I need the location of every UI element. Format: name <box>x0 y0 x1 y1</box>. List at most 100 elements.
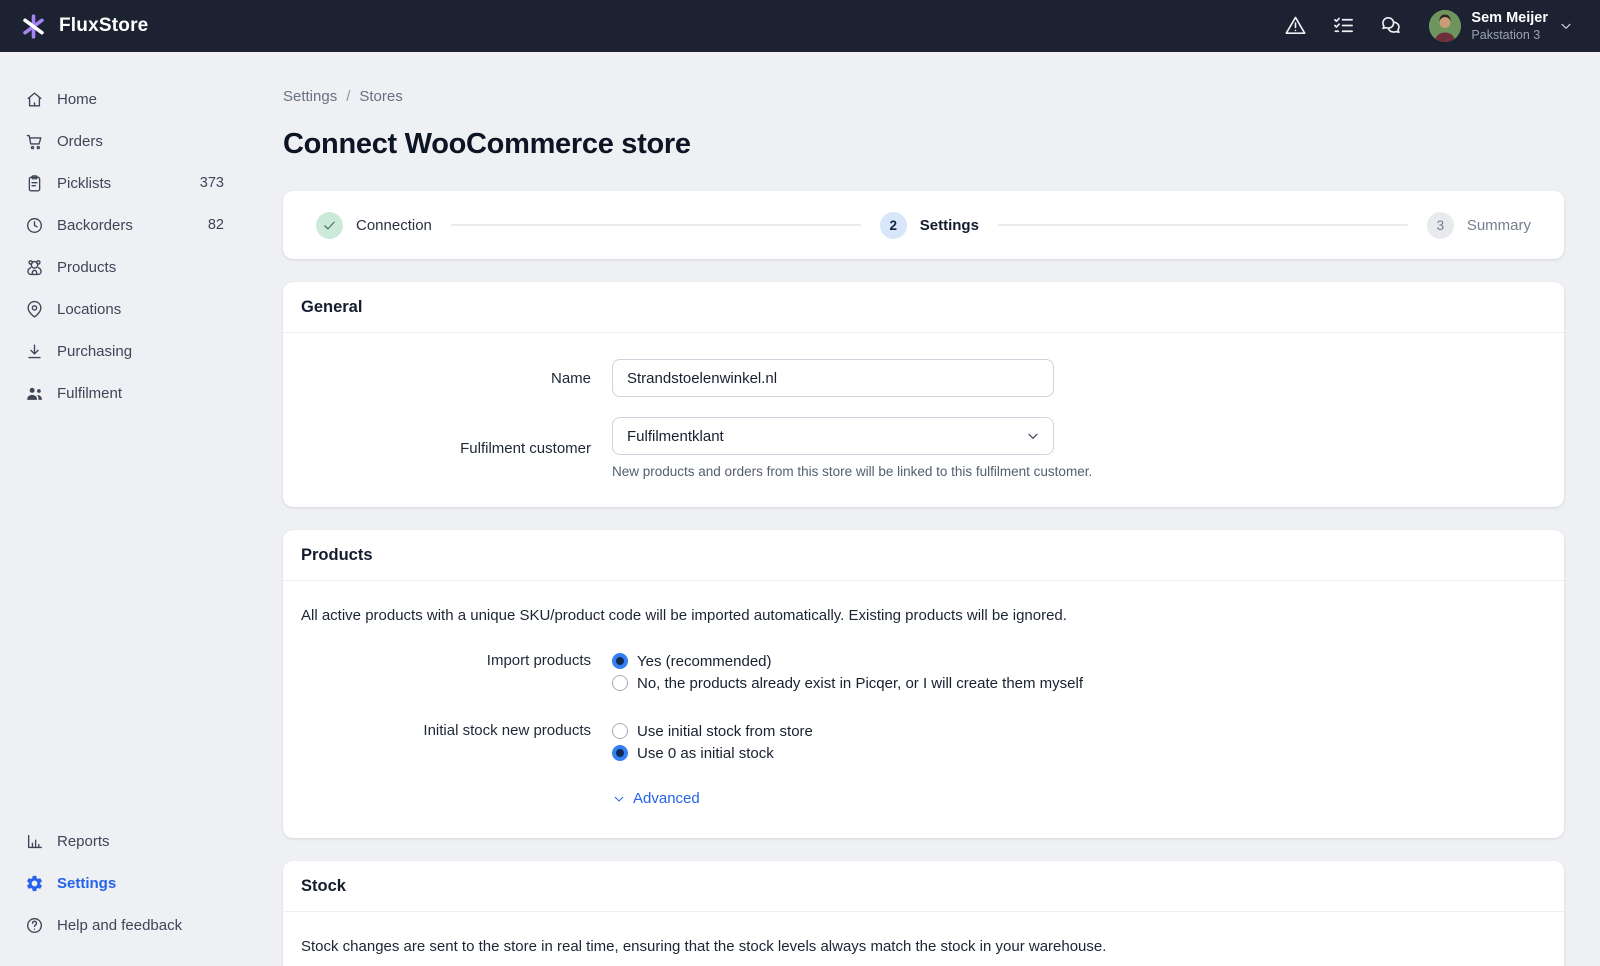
sidebar-item-home[interactable]: Home <box>24 78 224 120</box>
selected-option: Fulfilmentklant <box>627 428 724 445</box>
initial-stock-label: Initial stock new products <box>301 720 591 742</box>
radio-icon <box>612 653 628 669</box>
fulfilment-customer-control: Fulfilmentklant New products and orders … <box>612 417 1092 479</box>
products-card-title: Products <box>283 530 1564 581</box>
sidebar-item-orders[interactable]: Orders <box>24 120 224 162</box>
teddy-bear-icon <box>24 257 44 277</box>
sidebar-item-label: Locations <box>57 301 224 318</box>
name-label: Name <box>301 370 591 387</box>
sidebar-item-label: Settings <box>57 875 224 892</box>
user-meta: Sem Meijer Pakstation 3 <box>1471 10 1548 42</box>
topbar: FluxStore Sem Meijer <box>0 0 1600 52</box>
fulfilment-customer-label: Fulfilment customer <box>301 440 591 457</box>
radio-icon <box>612 723 628 739</box>
sidebar: Home Orders Picklists 373 Backorders 82 … <box>0 52 283 966</box>
brand-logo[interactable]: FluxStore <box>20 13 148 40</box>
import-products-row: Import products Yes (recommended) No, th… <box>301 650 1540 694</box>
sidebar-item-settings[interactable]: Settings <box>24 862 224 904</box>
sidebar-item-label: Picklists <box>57 175 200 192</box>
radio-option-import-no[interactable]: No, the products already exist in Picqer… <box>612 672 1083 694</box>
step-settings[interactable]: 2 Settings <box>880 212 979 239</box>
users-icon <box>24 383 44 403</box>
step-label: Settings <box>920 217 979 234</box>
radio-option-import-yes[interactable]: Yes (recommended) <box>612 650 1083 672</box>
avatar <box>1429 10 1461 42</box>
map-pin-icon <box>24 299 44 319</box>
products-card-body: All active products with a unique SKU/pr… <box>283 581 1564 838</box>
gear-icon <box>24 873 44 893</box>
stock-card-title: Stock <box>283 861 1564 912</box>
import-products-label: Import products <box>301 650 591 672</box>
chevron-down-icon <box>1558 18 1574 34</box>
sidebar-item-label: Products <box>57 259 224 276</box>
advanced-toggle[interactable]: Advanced <box>612 790 700 807</box>
user-menu[interactable]: Sem Meijer Pakstation 3 <box>1429 10 1574 42</box>
main-content: Settings / Stores Connect WooCommerce st… <box>283 52 1600 966</box>
stepper-connector <box>998 224 1408 226</box>
step-label: Connection <box>356 217 432 234</box>
picklists-badge: 373 <box>200 175 224 191</box>
sidebar-item-label: Home <box>57 91 224 108</box>
chevron-down-icon <box>612 792 626 806</box>
radio-label: Use initial stock from store <box>637 723 813 740</box>
topbar-right: Sem Meijer Pakstation 3 <box>1259 10 1574 42</box>
general-card-title: General <box>283 282 1564 333</box>
radio-option-initial-from-store[interactable]: Use initial stock from store <box>612 720 813 742</box>
home-icon <box>24 89 44 109</box>
stock-card-body: Stock changes are sent to the store in r… <box>283 912 1564 966</box>
sidebar-item-products[interactable]: Products <box>24 246 224 288</box>
download-icon <box>24 341 44 361</box>
chat-bubbles-icon[interactable] <box>1379 14 1403 38</box>
help-circle-icon <box>24 915 44 935</box>
stock-intro: Stock changes are sent to the store in r… <box>301 938 1540 955</box>
sidebar-item-label: Backorders <box>57 217 208 234</box>
fulfilment-customer-help: New products and orders from this store … <box>612 464 1092 479</box>
breadcrumb-stores[interactable]: Stores <box>359 88 402 105</box>
chevron-down-icon <box>1025 428 1041 444</box>
name-row: Name <box>301 359 1540 397</box>
sidebar-item-label: Help and feedback <box>57 917 224 934</box>
radio-icon <box>612 745 628 761</box>
general-card-body: Name Fulfilment customer Fulfilmentklant <box>283 333 1564 507</box>
page-title: Connect WooCommerce store <box>283 128 1564 161</box>
sidebar-item-label: Purchasing <box>57 343 224 360</box>
fulfilment-customer-row: Fulfilment customer Fulfilmentklant New … <box>301 417 1540 479</box>
general-card: General Name Fulfilment customer Fulfilm… <box>283 282 1564 507</box>
sidebar-item-picklists[interactable]: Picklists 373 <box>24 162 224 204</box>
radio-icon <box>612 675 628 691</box>
breadcrumb: Settings / Stores <box>283 88 1564 105</box>
user-name: Sem Meijer <box>1471 10 1548 27</box>
checklist-icon[interactable] <box>1331 14 1355 38</box>
alert-triangle-icon[interactable] <box>1283 14 1307 38</box>
check-icon <box>316 212 343 239</box>
fulfilment-customer-select[interactable]: Fulfilmentklant <box>612 417 1054 455</box>
sidebar-item-locations[interactable]: Locations <box>24 288 224 330</box>
stock-card: Stock Stock changes are sent to the stor… <box>283 861 1564 966</box>
sidebar-item-reports[interactable]: Reports <box>24 820 224 862</box>
stepper: Connection 2 Settings 3 Summary <box>283 191 1564 259</box>
brand-name: FluxStore <box>59 15 148 37</box>
step-connection[interactable]: Connection <box>316 212 432 239</box>
sidebar-item-label: Reports <box>57 833 224 850</box>
app-shell: Home Orders Picklists 373 Backorders 82 … <box>0 52 1600 966</box>
clock-icon <box>24 215 44 235</box>
sidebar-item-fulfilment[interactable]: Fulfilment <box>24 372 224 414</box>
radio-label: No, the products already exist in Picqer… <box>637 675 1083 692</box>
backorders-badge: 82 <box>208 217 224 233</box>
sidebar-item-help[interactable]: Help and feedback <box>24 904 224 946</box>
stepper-connector <box>451 224 861 226</box>
radio-label: Use 0 as initial stock <box>637 745 774 762</box>
user-subtitle: Pakstation 3 <box>1471 28 1548 42</box>
radio-option-initial-zero[interactable]: Use 0 as initial stock <box>612 742 813 764</box>
sidebar-item-backorders[interactable]: Backorders 82 <box>24 204 224 246</box>
products-intro: All active products with a unique SKU/pr… <box>301 607 1540 624</box>
import-products-options: Yes (recommended) No, the products alrea… <box>612 650 1083 694</box>
store-name-input[interactable] <box>612 359 1054 397</box>
breadcrumb-settings[interactable]: Settings <box>283 88 337 105</box>
sidebar-bottom: Reports Settings Help and feedback <box>0 820 283 946</box>
asterisk-logo-icon <box>20 13 47 40</box>
name-control <box>612 359 1054 397</box>
breadcrumb-separator: / <box>346 88 350 105</box>
step-summary[interactable]: 3 Summary <box>1427 212 1531 239</box>
sidebar-item-purchasing[interactable]: Purchasing <box>24 330 224 372</box>
